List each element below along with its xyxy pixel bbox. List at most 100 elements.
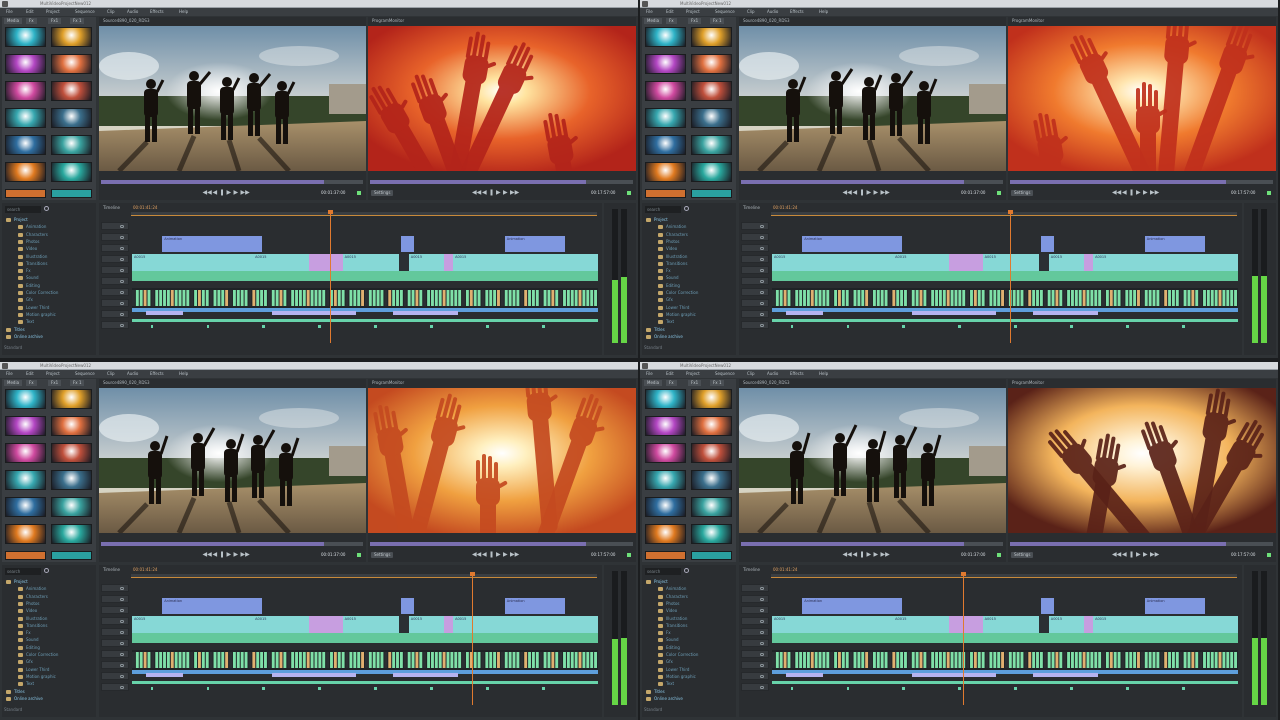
video-clip[interactable] (398, 616, 409, 633)
eye-icon[interactable] (760, 609, 764, 612)
search-input[interactable]: search (645, 568, 681, 575)
menu-item-effects[interactable]: Effects (790, 8, 804, 16)
track-header[interactable] (101, 222, 129, 230)
media-thumbnail[interactable] (645, 135, 686, 155)
fast-forward-icon[interactable]: ▶▶ (241, 190, 250, 196)
eye-icon[interactable] (120, 269, 124, 272)
tree-item[interactable]: Fx (18, 629, 31, 636)
eye-icon[interactable] (120, 258, 124, 261)
media-thumbnail[interactable] (691, 108, 732, 128)
media-tab-1[interactable]: Fx (26, 380, 37, 386)
source-video[interactable] (739, 26, 1006, 171)
keyframe-marker[interactable] (1070, 687, 1074, 690)
keyframe-marker[interactable] (1182, 325, 1185, 328)
media-tab-3[interactable]: Fx 1 (70, 18, 85, 24)
audio-clip[interactable] (392, 673, 459, 677)
keyframe-marker[interactable] (846, 325, 850, 328)
tree-item[interactable]: Photos (18, 238, 40, 245)
keyframe-marker[interactable] (150, 687, 154, 690)
audio-clip[interactable] (772, 670, 1238, 674)
step-forward-icon[interactable]: ▶ (234, 190, 239, 196)
tree-item[interactable]: Project (6, 578, 28, 585)
playhead[interactable] (1009, 212, 1011, 343)
audio-clip[interactable] (271, 673, 356, 677)
menu-item-edit[interactable]: Edit (26, 370, 34, 378)
media-tab-2[interactable]: Fx1 (688, 380, 702, 386)
settings-button[interactable]: Settings (1011, 552, 1034, 558)
timeline-ruler[interactable] (131, 212, 597, 216)
rewind-icon[interactable]: ◀◀ (203, 190, 212, 196)
media-tab-2[interactable]: Fx1 (48, 380, 62, 386)
media-tab-0[interactable]: Media (644, 380, 663, 386)
media-thumbnail[interactable] (5, 389, 46, 409)
tree-item[interactable]: Motion graphic (18, 311, 56, 318)
media-thumbnail[interactable] (5, 27, 46, 47)
menu-item-file[interactable]: File (646, 370, 653, 378)
eye-icon[interactable] (120, 587, 124, 590)
source-scrub-bar[interactable] (101, 180, 363, 184)
menu-item-project[interactable]: Project (46, 370, 60, 378)
media-tab-2[interactable]: Fx1 (688, 18, 702, 24)
title-clip[interactable] (1040, 236, 1054, 252)
eye-icon[interactable] (120, 620, 124, 623)
audio-waveform-track[interactable] (132, 650, 598, 670)
tree-item[interactable]: Fx (18, 267, 31, 274)
tree-item[interactable]: Characters (18, 593, 48, 600)
media-thumbnail[interactable] (5, 108, 46, 128)
title-clip[interactable]: Animation (162, 598, 263, 614)
track-header[interactable] (741, 639, 769, 647)
eye-icon[interactable] (760, 664, 764, 667)
track-header[interactable] (741, 672, 769, 680)
mark-in-icon[interactable]: ❚ (1129, 190, 1134, 196)
eye-icon[interactable] (120, 280, 124, 283)
tree-item[interactable]: Editing (658, 644, 680, 651)
tree-item[interactable]: Illustration (658, 615, 687, 622)
tree-item[interactable]: Editing (18, 644, 40, 651)
track-header[interactable] (101, 255, 129, 263)
title-clip[interactable]: Animation (504, 598, 566, 614)
menu-item-audio[interactable]: Audio (767, 370, 778, 378)
keyframe-marker[interactable] (262, 687, 266, 690)
media-thumbnail[interactable] (5, 497, 46, 517)
eye-icon[interactable] (760, 675, 764, 678)
fast-forward-icon[interactable]: ▶▶ (881, 190, 890, 196)
search-icon[interactable] (684, 568, 689, 573)
track-header[interactable] (101, 266, 129, 274)
source-scrub-bar[interactable] (101, 542, 363, 546)
video-clip[interactable]: A0015 (132, 254, 254, 271)
title-clip[interactable]: Animation (162, 236, 263, 252)
media-thumbnail[interactable] (51, 135, 92, 155)
menu-item-edit[interactable]: Edit (26, 8, 34, 16)
tree-item[interactable]: Lower Third (18, 304, 49, 311)
video-clip[interactable] (443, 616, 454, 633)
tree-item[interactable]: Project (646, 578, 668, 585)
title-clip[interactable] (1040, 598, 1054, 614)
media-thumbnail[interactable] (691, 162, 732, 182)
media-tab-0[interactable]: Media (4, 18, 23, 24)
media-thumbnail[interactable] (51, 497, 92, 517)
menu-item-audio[interactable]: Audio (767, 8, 778, 16)
track-header[interactable] (101, 277, 129, 285)
menu-item-audio[interactable]: Audio (127, 8, 138, 16)
rewind-icon[interactable]: ◀◀ (843, 552, 852, 558)
eye-icon[interactable] (760, 291, 764, 294)
source-video[interactable] (99, 26, 366, 171)
tree-item[interactable]: Sound (658, 274, 679, 281)
eye-icon[interactable] (760, 598, 764, 601)
tree-item[interactable]: Transitions (18, 260, 47, 267)
rewind-icon[interactable]: ◀◀ (1112, 190, 1121, 196)
tree-item[interactable]: Color Correction (658, 651, 698, 658)
tree-item[interactable]: Sound (18, 274, 39, 281)
tree-item[interactable]: Online archive (6, 333, 43, 340)
menu-item-project[interactable]: Project (46, 8, 60, 16)
media-thumbnail[interactable] (51, 551, 92, 560)
audio-clip[interactable] (1032, 311, 1099, 315)
audio-clip[interactable] (132, 681, 598, 684)
rewind-icon[interactable]: ◀◀ (843, 190, 852, 196)
eye-icon[interactable] (120, 686, 124, 689)
tree-item[interactable]: Lower Third (658, 666, 689, 673)
audio-clip[interactable] (271, 311, 356, 315)
fast-forward-icon[interactable]: ▶▶ (1150, 552, 1159, 558)
title-clip[interactable]: Animation (802, 236, 903, 252)
video-clip[interactable] (1038, 616, 1049, 633)
